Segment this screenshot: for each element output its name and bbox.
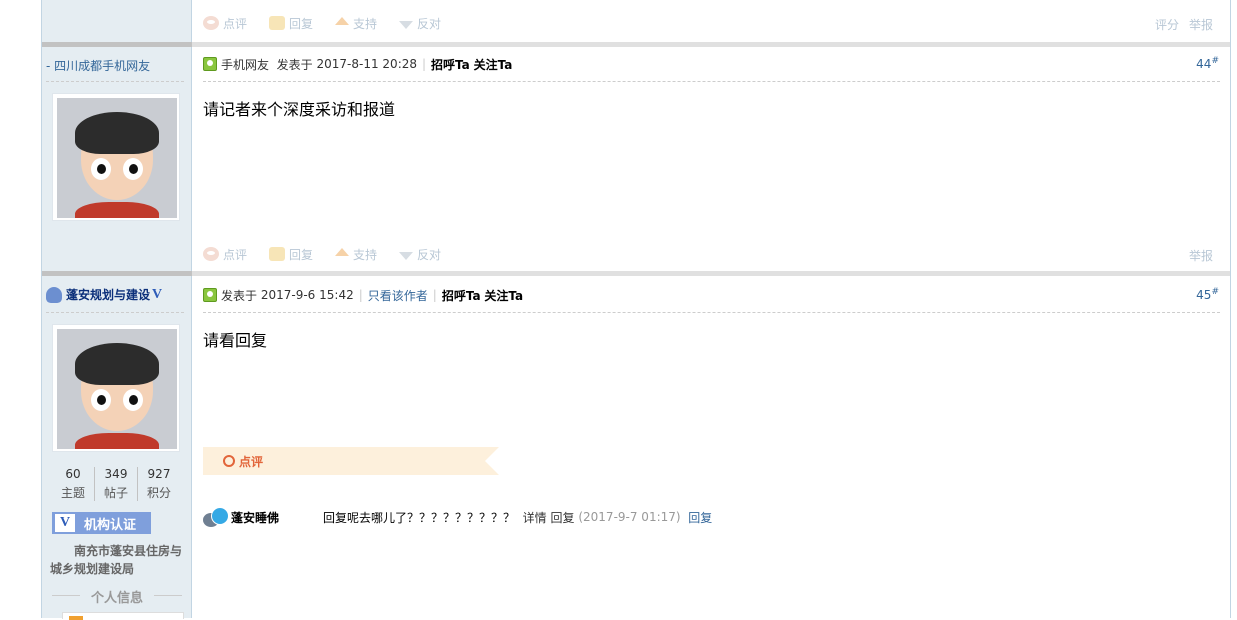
post-separator (42, 42, 1230, 47)
only-author-link[interactable]: 只看该作者 (368, 287, 428, 304)
avatar[interactable] (52, 93, 180, 221)
comment-action[interactable]: 点评 (203, 15, 247, 32)
comment-text: 回复呢去哪儿了？？？？？？？？？ (323, 510, 516, 525)
commenter-avatar[interactable] (203, 507, 229, 527)
verified-icon: V (55, 514, 75, 532)
reply-action[interactable]: 回复 (269, 15, 313, 32)
post-date: 2017-9-6 15:42 (260, 288, 354, 302)
thumb-down-icon (399, 252, 414, 260)
avatar-image (57, 329, 177, 449)
comment-icon (203, 247, 219, 261)
post-right-links: 举报 (1179, 247, 1213, 264)
greet-link[interactable]: 招呼Ta (431, 56, 470, 73)
online-status-icon (203, 57, 217, 71)
stat-posts[interactable]: 349 帖子 (95, 467, 138, 501)
thumb-up-icon (335, 248, 350, 256)
verify-badge[interactable]: V 机构认证 (52, 512, 151, 534)
post-header-divider (203, 312, 1220, 313)
comment-reply-link[interactable]: 回复 (551, 509, 575, 526)
org-name: 南充市蓬安县住房与城乡规划建设局 (50, 544, 183, 576)
commenter-name[interactable]: 蓬安睡佛 (231, 509, 323, 526)
sidebar-divider (46, 81, 184, 82)
post-right-links-prev: 评分 举报 (1145, 16, 1213, 33)
stat-credits[interactable]: 927 积分 (138, 467, 180, 501)
oppose-action[interactable]: 反对 (399, 15, 441, 32)
post-message: 请看回复 (203, 331, 268, 350)
post-message: 请记者来个深度采访和报道 (203, 100, 396, 119)
comment-section-header: 点评 (203, 447, 499, 475)
rate-link[interactable]: 评分 (1155, 18, 1179, 32)
floor-number[interactable]: 44# (1196, 56, 1219, 71)
user-stats: 60 主题 349 帖子 927 积分 (52, 467, 180, 501)
personal-info-heading[interactable]: 个人信息 (52, 587, 182, 606)
thumb-down-icon (399, 21, 414, 29)
report-link[interactable]: 举报 (1189, 249, 1213, 263)
post-actions-prev: 点评 回复 支持 反对 (203, 13, 463, 33)
verified-icon: V (152, 286, 163, 302)
avatar[interactable] (52, 324, 180, 452)
comment-time: (2017-9-7 01:17) (578, 510, 681, 524)
author-name[interactable]: - 四川成都手机网友 (46, 57, 150, 74)
post-header-divider (203, 81, 1220, 82)
comment-item: 蓬安睡佛 回复呢去哪儿了？？？？？？？？？ 详情 回复 (2017-9-7 01… (203, 507, 712, 527)
reply-action[interactable]: 回复 (269, 246, 313, 263)
online-status-icon (203, 288, 217, 302)
post-actions: 点评 回复 支持 反对 (203, 244, 463, 264)
comment-detail-link[interactable]: 详情 (523, 509, 547, 526)
report-link[interactable]: 举报 (1189, 18, 1213, 32)
circle-icon (223, 455, 235, 467)
post-date: 2017-8-11 20:28 (316, 57, 418, 71)
post-header: 发表于 2017-9-6 15:42 | 只看该作者 | 招呼Ta 关注Ta (203, 285, 523, 305)
reply-icon (269, 16, 286, 30)
support-action[interactable]: 支持 (335, 246, 377, 263)
post-source: 手机网友 (221, 57, 270, 72)
post-header: 手机网友 发表于 2017-8-11 20:28 | 招呼Ta 关注Ta (203, 54, 512, 74)
comment-action[interactable]: 点评 (203, 246, 247, 263)
author-name[interactable]: 蓬安规划与建设 V (46, 286, 162, 303)
comment-icon (203, 16, 219, 30)
follow-link[interactable]: 关注Ta (484, 287, 523, 304)
stat-threads[interactable]: 60 主题 (52, 467, 95, 501)
sidebar-prev (42, 0, 192, 42)
reply-icon (269, 247, 286, 261)
info-icon (69, 616, 83, 620)
org-user-icon (46, 286, 62, 303)
post-separator (42, 271, 1230, 276)
support-action[interactable]: 支持 (335, 15, 377, 32)
follow-link[interactable]: 关注Ta (474, 56, 513, 73)
sidebar-divider (46, 312, 184, 313)
floor-number[interactable]: 45# (1196, 287, 1219, 302)
thumb-up-icon (335, 17, 350, 25)
avatar-image (57, 98, 177, 218)
reply-link[interactable]: 回复 (688, 509, 712, 526)
oppose-action[interactable]: 反对 (399, 246, 441, 263)
greet-link[interactable]: 招呼Ta (442, 287, 481, 304)
